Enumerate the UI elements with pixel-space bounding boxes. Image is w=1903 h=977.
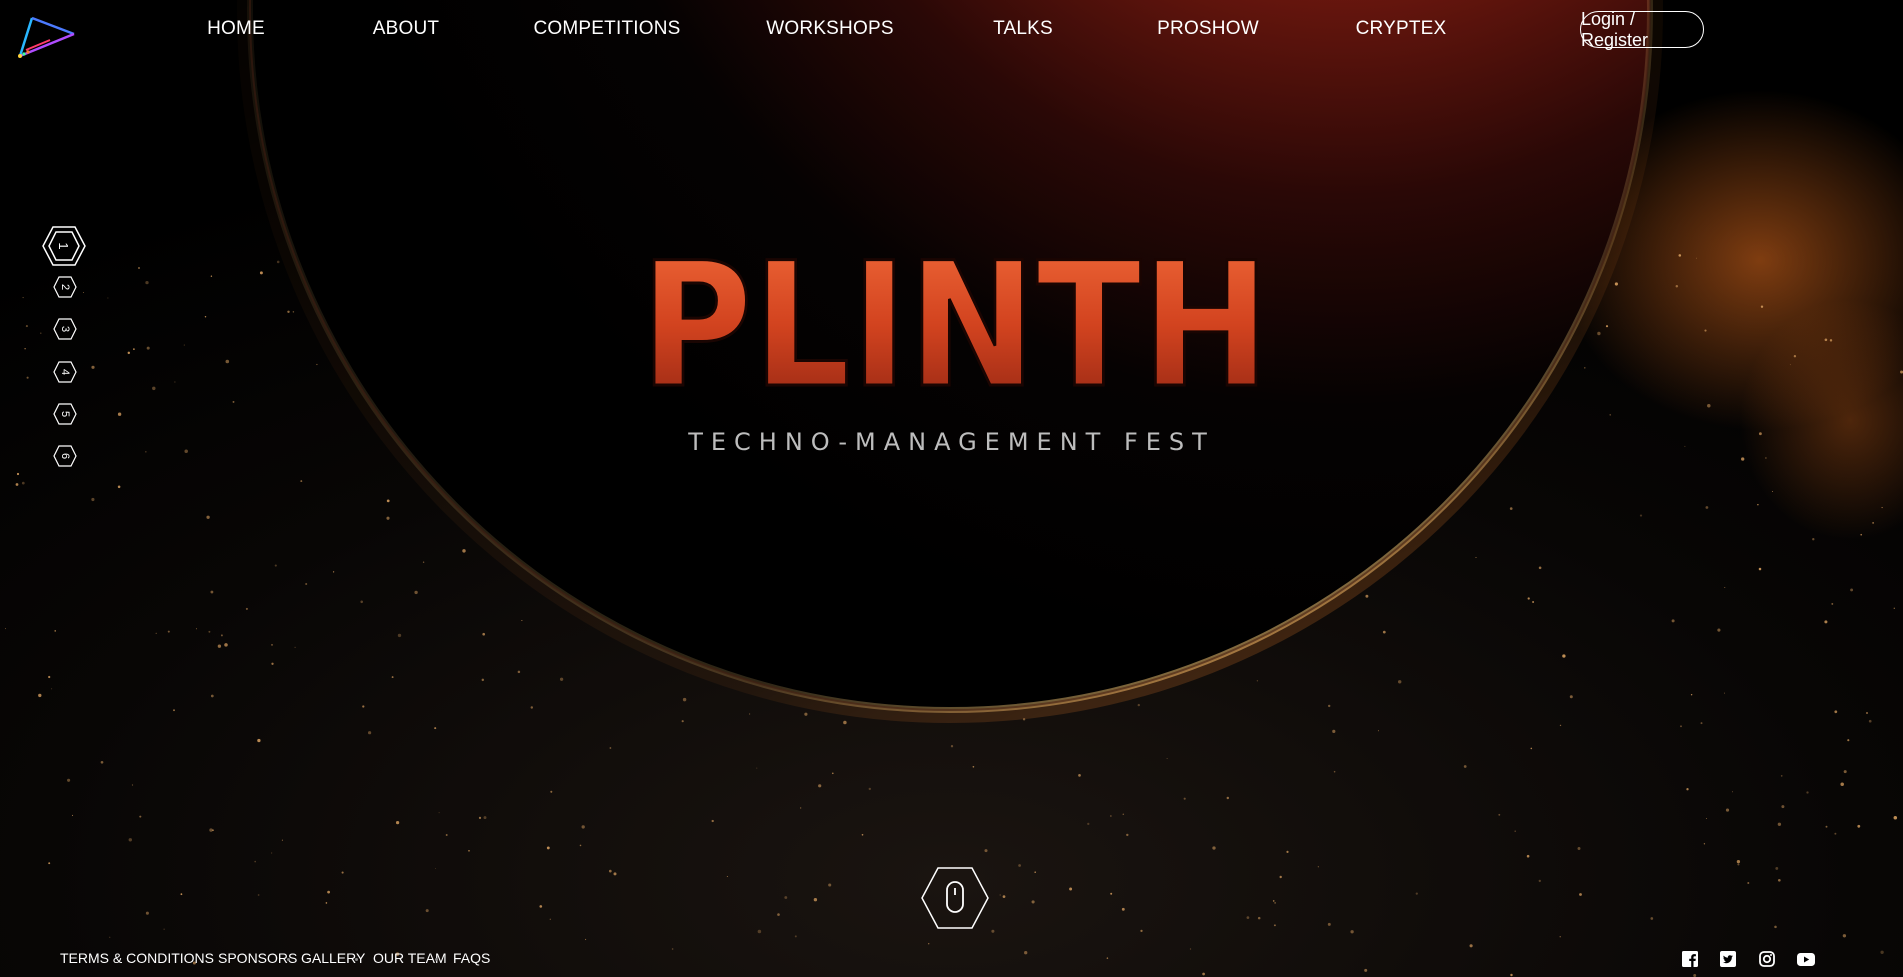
footer-link-sponsors[interactable]: SPONSORS [218,950,297,966]
pager-label-4: 4 [59,368,71,376]
facebook-icon[interactable] [1681,950,1699,968]
hero-tagline: TECHNO-MANAGEMENT FEST [688,428,1215,456]
mouse-scroll-icon[interactable] [920,866,990,930]
pager-item-3[interactable]: 3 [53,318,77,340]
footer-link-faqs[interactable]: FAQS [453,950,490,966]
footer-link-terms[interactable]: TERMS & CONDITIONS [60,950,214,966]
login-register-button[interactable]: Login / Register [1580,9,1704,50]
hero-title-text: PLINTH [640,240,1270,400]
nav-proshow[interactable]: PROSHOW [1157,18,1259,40]
footer-separator [355,958,358,961]
footer-separator [287,958,290,961]
main-nav: HOME ABOUT COMPETITIONS WORKSHOPS TALKS … [0,0,1903,62]
pager-label-3: 3 [59,325,71,333]
pager-label-1: 1 [56,242,72,250]
nav-cryptex[interactable]: CRYPTEX [1356,18,1447,40]
pager-label-5: 5 [59,410,71,418]
pager-item-2[interactable]: 2 [53,276,77,298]
footer-separator [435,958,438,961]
nav-talks[interactable]: TALKS [993,18,1053,40]
pager-item-4[interactable]: 4 [53,361,77,383]
youtube-icon[interactable] [1796,950,1816,968]
nav-about[interactable]: ABOUT [373,18,439,40]
instagram-icon[interactable] [1758,950,1776,968]
pager-item-1[interactable]: 1 [42,224,86,268]
twitter-icon[interactable] [1719,950,1737,968]
nav-home[interactable]: HOME [207,18,265,40]
page: HOME ABOUT COMPETITIONS WORKSHOPS TALKS … [0,0,1903,977]
planet-background [0,0,1903,977]
pager-label-2: 2 [59,283,71,291]
hero-title: PLINTH [639,240,1272,400]
pager-item-5[interactable]: 5 [53,403,77,425]
nav-competitions[interactable]: COMPETITIONS [533,18,680,40]
nav-workshops[interactable]: WORKSHOPS [766,18,893,40]
